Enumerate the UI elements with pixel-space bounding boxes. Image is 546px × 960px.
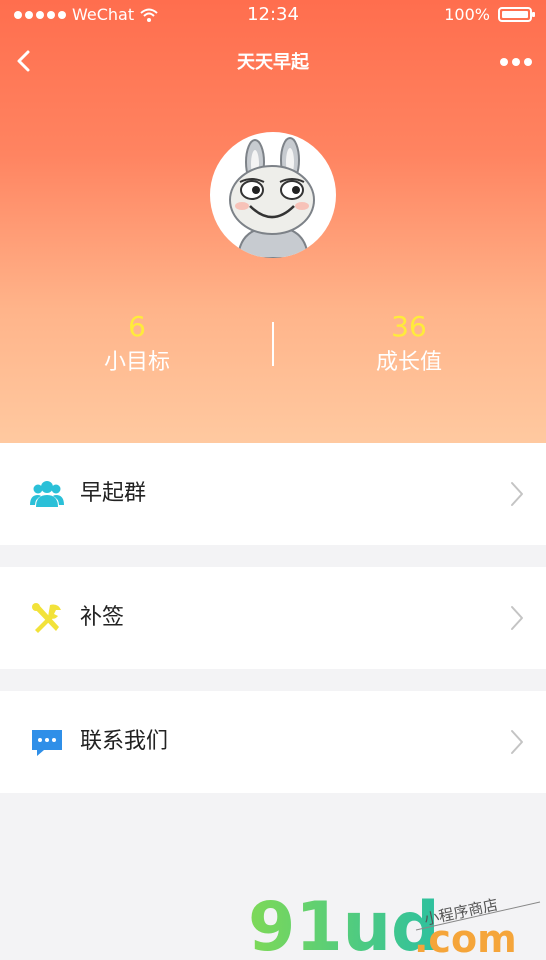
chevron-right-icon bbox=[510, 605, 524, 631]
avatar[interactable] bbox=[210, 132, 336, 258]
goals-label: 小目标 bbox=[103, 350, 170, 375]
stats-divider bbox=[272, 322, 274, 366]
nav-bar: 天天早起 bbox=[0, 40, 546, 84]
growth-label: 成长值 bbox=[375, 350, 442, 375]
profile-header: WeChat 12:34 100% 天天早起 6 小目标 36 成长值 bbox=[0, 0, 546, 443]
menu-item-makeup-checkin[interactable]: 补签 bbox=[0, 567, 546, 669]
tools-icon bbox=[30, 601, 64, 635]
menu-item-early-group[interactable]: 早起群 bbox=[0, 443, 546, 545]
menu-label: 补签 bbox=[80, 605, 125, 630]
chevron-right-icon bbox=[510, 481, 524, 507]
battery-icon bbox=[498, 7, 535, 22]
status-right: 100% bbox=[444, 5, 535, 24]
chat-icon bbox=[30, 725, 64, 759]
status-bar: WeChat 12:34 100% bbox=[0, 0, 546, 30]
more-dot-icon bbox=[512, 58, 520, 66]
menu-item-contact-us[interactable]: 联系我们 bbox=[0, 691, 546, 793]
more-dot-icon bbox=[500, 58, 508, 66]
goals-count: 6 bbox=[128, 310, 146, 343]
more-dot-icon bbox=[524, 58, 532, 66]
stat-goals[interactable]: 6 小目标 bbox=[37, 310, 237, 380]
chevron-right-icon bbox=[510, 729, 524, 755]
growth-count: 36 bbox=[391, 310, 427, 343]
group-icon bbox=[30, 477, 64, 511]
watermark-brand: 91ud bbox=[248, 888, 440, 960]
page-title: 天天早起 bbox=[237, 52, 309, 73]
menu-label: 早起群 bbox=[80, 481, 147, 506]
stat-growth[interactable]: 36 成长值 bbox=[309, 310, 509, 380]
watermark-logo: 91ud .com 小程序商店 bbox=[248, 888, 541, 960]
battery-percent: 100% bbox=[444, 5, 490, 24]
rabbit-avatar-icon bbox=[229, 137, 315, 258]
more-button[interactable] bbox=[498, 52, 534, 72]
menu-label: 联系我们 bbox=[80, 729, 169, 754]
